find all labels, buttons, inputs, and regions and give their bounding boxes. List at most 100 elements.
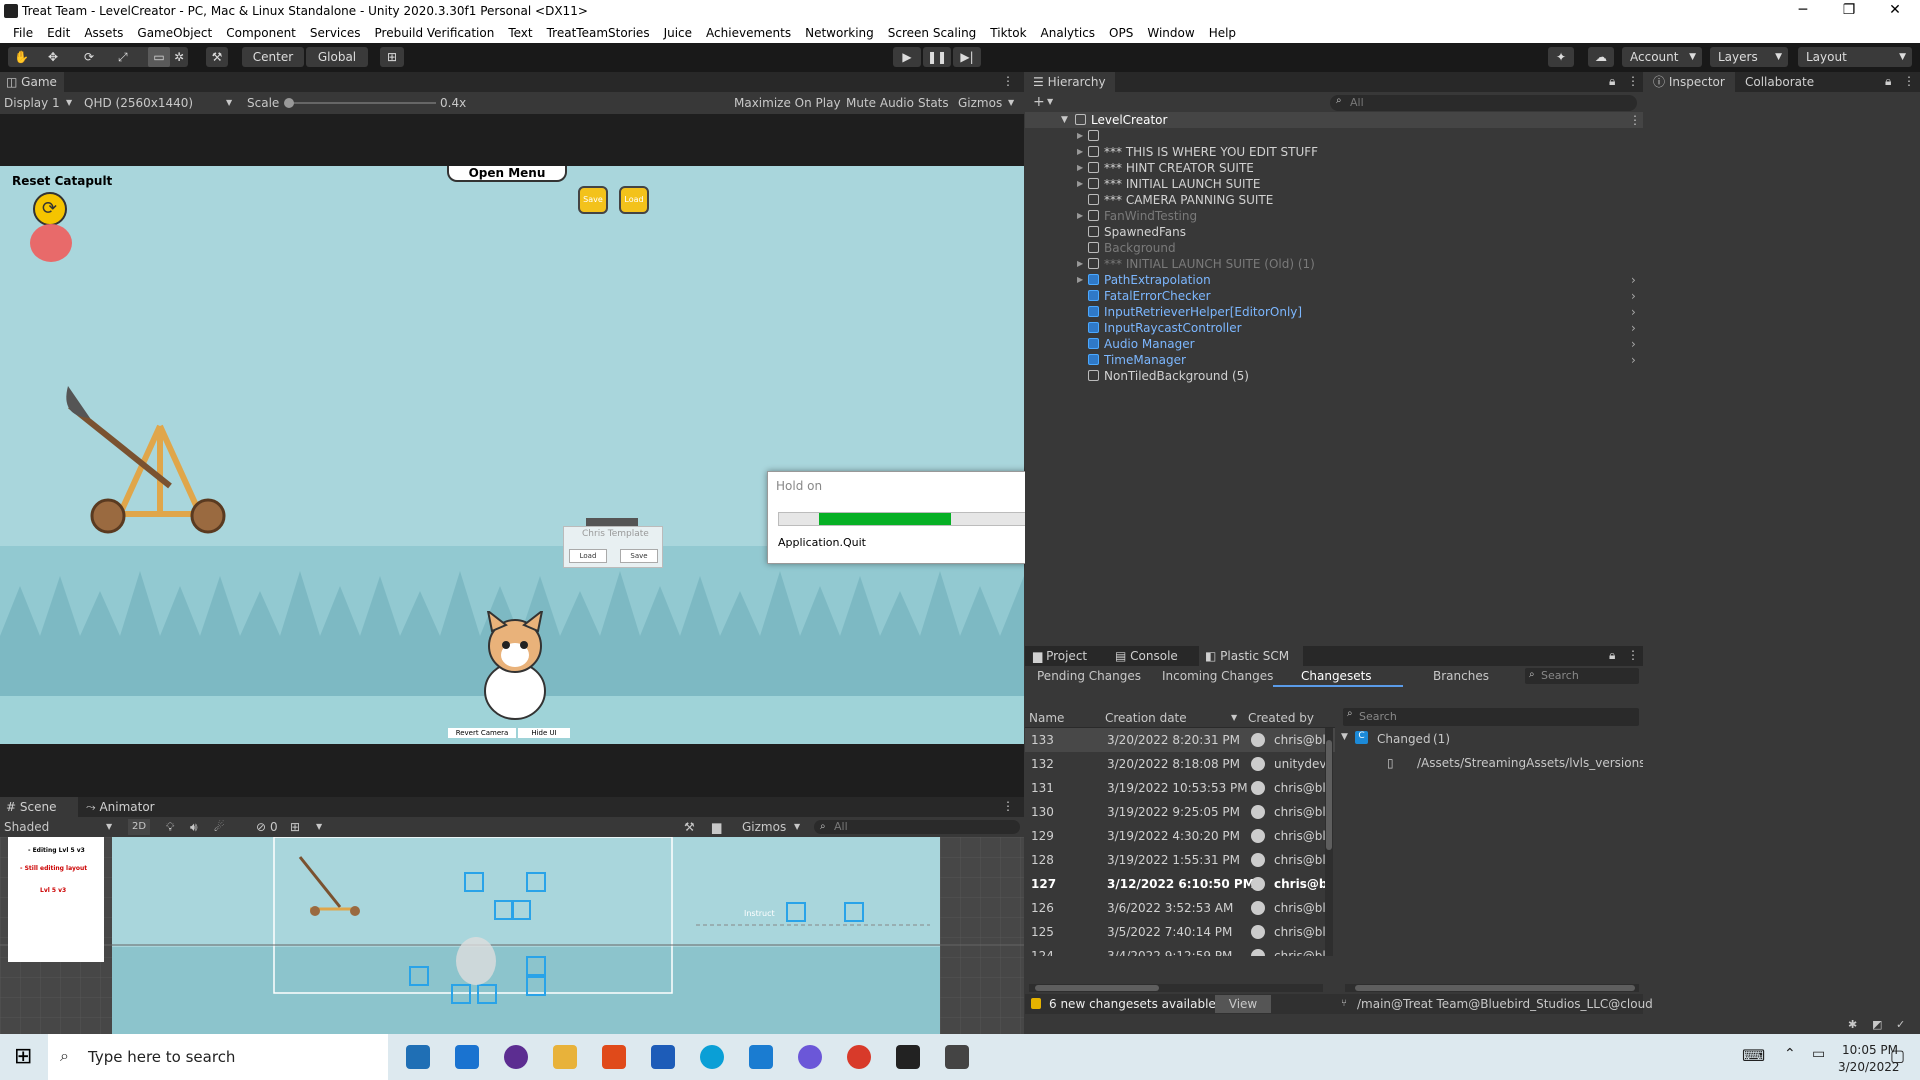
save-button[interactable]: Save bbox=[578, 186, 608, 214]
pivot-toggle[interactable]: Center bbox=[242, 47, 304, 67]
tab-collaborate[interactable]: Collaborate bbox=[1745, 75, 1814, 89]
hierarchy-item[interactable]: FatalErrorChecker › bbox=[1025, 288, 1643, 304]
hand-tool-icon[interactable]: ✋ bbox=[14, 47, 29, 67]
expand-arrow-icon[interactable]: ▶ bbox=[1077, 208, 1083, 224]
changeset-row[interactable]: 127 3/12/2022 6:10:50 PM chris@bl bbox=[1025, 872, 1335, 896]
chevron-right-icon[interactable]: › bbox=[1631, 272, 1636, 288]
hierarchy-item[interactable]: ▶ *** INITIAL LAUNCH SUITE (Old) (1) bbox=[1025, 256, 1643, 272]
hierarchy-item[interactable]: Audio Manager › bbox=[1025, 336, 1643, 352]
menu-juice[interactable]: Juice bbox=[657, 26, 699, 40]
changed-file[interactable]: ▯ /Assets/StreamingAssets/lvls_versions/… bbox=[1339, 756, 1643, 774]
panel-menu-icon[interactable]: ⋮ bbox=[1903, 74, 1915, 88]
expand-arrow-icon[interactable]: ▼ bbox=[1061, 112, 1068, 128]
move-tool-icon[interactable]: ✥ bbox=[48, 47, 58, 67]
menu-window[interactable]: Window bbox=[1140, 26, 1201, 40]
hierarchy-item[interactable]: ▶ *** HINT CREATOR SUITE bbox=[1025, 160, 1643, 176]
scm-search[interactable]: ⌕ Search bbox=[1525, 668, 1639, 684]
chevron-right-icon[interactable]: › bbox=[1631, 336, 1636, 352]
subtab-changesets[interactable]: Changesets bbox=[1301, 666, 1372, 686]
layout-dropdown[interactable]: Layout ▼ bbox=[1798, 47, 1912, 67]
resolution-dropdown[interactable]: QHD (2560x1440) bbox=[84, 92, 193, 114]
changeset-row[interactable]: 125 3/5/2022 7:40:14 PM chris@bl bbox=[1025, 920, 1335, 944]
display-dropdown[interactable]: Display 1 bbox=[4, 92, 60, 114]
grid-snap-icon[interactable]: ⊞ bbox=[380, 47, 404, 67]
expand-arrow-icon[interactable]: ▶ bbox=[1077, 128, 1083, 144]
unity-hub-icon[interactable] bbox=[945, 1045, 969, 1069]
menu-file[interactable]: File bbox=[6, 26, 40, 40]
record-app-icon[interactable] bbox=[847, 1045, 871, 1069]
2d-toggle[interactable]: 2D bbox=[128, 819, 151, 835]
expand-arrow-icon[interactable]: ▶ bbox=[1077, 272, 1083, 288]
changeset-row[interactable]: 129 3/19/2022 4:30:20 PM chris@bl bbox=[1025, 824, 1335, 848]
rect-tool-icon[interactable]: ▭ bbox=[148, 47, 170, 67]
menu-treatteamstories[interactable]: TreatTeamStories bbox=[540, 26, 657, 40]
menu-help[interactable]: Help bbox=[1202, 26, 1243, 40]
expand-arrow-icon[interactable]: ▶ bbox=[1077, 144, 1083, 160]
tab-hierarchy[interactable]: ☰ Hierarchy bbox=[1025, 72, 1115, 92]
hierarchy-item[interactable]: *** CAMERA PANNING SUITE bbox=[1025, 192, 1643, 208]
keyboard-icon[interactable]: ⌨ bbox=[1742, 1046, 1765, 1065]
menu-gameobject[interactable]: GameObject bbox=[130, 26, 219, 40]
rotate-tool-icon[interactable]: ⟳ bbox=[84, 47, 94, 67]
camera-icon[interactable]: ▆ bbox=[712, 817, 721, 837]
pause-button[interactable]: ❚❚ bbox=[923, 47, 951, 67]
mail-icon[interactable] bbox=[455, 1045, 479, 1069]
shading-dropdown[interactable]: Shaded bbox=[4, 817, 49, 837]
load-button[interactable]: Load bbox=[619, 186, 649, 214]
store-icon[interactable] bbox=[406, 1045, 430, 1069]
file-explorer-icon[interactable] bbox=[553, 1045, 577, 1069]
template-load-button[interactable]: Load bbox=[569, 549, 607, 563]
expand-arrow-icon[interactable]: ▶ bbox=[1077, 160, 1083, 176]
changed-group[interactable]: ▼ C Changed (1) bbox=[1339, 731, 1643, 750]
detail-search[interactable]: ⌕ Search bbox=[1343, 708, 1639, 726]
hierarchy-item[interactable]: ▶ *** INITIAL LAUNCH SUITE bbox=[1025, 176, 1643, 192]
chevron-up-icon[interactable]: ⌃ bbox=[1784, 1046, 1796, 1062]
mute-audio-toggle[interactable]: Mute Audio bbox=[846, 92, 914, 114]
menu-analytics[interactable]: Analytics bbox=[1034, 26, 1103, 40]
subtab-pending-changes[interactable]: Pending Changes bbox=[1037, 666, 1141, 686]
changeset-row[interactable]: 133 3/20/2022 8:20:31 PM chris@bl bbox=[1025, 728, 1335, 752]
changeset-row[interactable]: 126 3/6/2022 3:52:53 AM chris@bl bbox=[1025, 896, 1335, 920]
scene-gizmos-toggle[interactable]: Gizmos bbox=[742, 817, 786, 837]
close-button[interactable]: ✕ bbox=[1872, 0, 1918, 22]
hierarchy-item[interactable]: InputRaycastController › bbox=[1025, 320, 1643, 336]
edge-icon[interactable] bbox=[700, 1045, 724, 1069]
expand-arrow-icon[interactable]: ▶ bbox=[1077, 176, 1083, 192]
add-icon[interactable]: + bbox=[1033, 94, 1045, 110]
scrollbar-thumb[interactable] bbox=[1326, 740, 1332, 850]
stats-toggle[interactable]: Stats bbox=[918, 92, 949, 114]
transform-tool-icon[interactable]: ⚒ bbox=[206, 47, 228, 67]
tools-icon[interactable]: ⚒ bbox=[684, 817, 695, 837]
network-icon[interactable]: ▭ bbox=[1812, 1046, 1825, 1062]
vscode-icon[interactable] bbox=[749, 1045, 773, 1069]
changeset-row[interactable]: 131 3/19/2022 10:53:53 PM chris@bl bbox=[1025, 776, 1335, 800]
word-icon[interactable] bbox=[651, 1045, 675, 1069]
hidden-objects-icon[interactable]: ⊘ bbox=[256, 817, 266, 837]
hierarchy-item[interactable]: SpawnedFans bbox=[1025, 224, 1643, 240]
menu-screen-scaling[interactable]: Screen Scaling bbox=[881, 26, 984, 40]
game-canvas[interactable]: Reset Catapult ⟳ Open Menu Save Load Chr… bbox=[0, 166, 1024, 744]
gizmos-toggle[interactable]: Gizmos bbox=[958, 92, 1002, 114]
changeset-row[interactable]: 130 3/19/2022 9:25:05 PM chris@bl bbox=[1025, 800, 1335, 824]
detail-hscrollbar[interactable] bbox=[1345, 984, 1639, 992]
collab-icon[interactable]: ✦ bbox=[1548, 47, 1574, 67]
scene-canvas[interactable]: Instruct - Editing Lvl 5 v3 - Still edit… bbox=[0, 837, 1024, 1034]
hierarchy-item[interactable]: Background bbox=[1025, 240, 1643, 256]
changeset-row[interactable]: 128 3/19/2022 1:55:31 PM chris@bl bbox=[1025, 848, 1335, 872]
chevron-down-icon[interactable]: ▼ bbox=[1047, 97, 1053, 106]
custom-tool-icon[interactable]: ✲ bbox=[174, 47, 184, 67]
lock-icon[interactable]: 🔒︎ bbox=[1885, 74, 1891, 89]
changeset-scrollbar[interactable] bbox=[1325, 728, 1333, 956]
scene-search[interactable]: ⌕ All bbox=[814, 820, 1020, 834]
expand-arrow-icon[interactable]: ▼ bbox=[1341, 732, 1348, 742]
view-button[interactable]: View bbox=[1215, 995, 1271, 1013]
col-creation-date[interactable]: Creation date bbox=[1105, 708, 1187, 728]
menu-assets[interactable]: Assets bbox=[77, 26, 130, 40]
grid-toggle-icon[interactable]: ⊞ bbox=[290, 817, 300, 837]
changeset-row[interactable]: 132 3/20/2022 8:18:08 PM unitydev bbox=[1025, 752, 1335, 776]
revert-camera-button[interactable]: Revert Camera bbox=[448, 728, 516, 738]
open-menu-button[interactable]: Open Menu bbox=[447, 166, 567, 182]
lock-icon[interactable]: 🔒︎ bbox=[1609, 74, 1615, 89]
tab-scene[interactable]: # Scene bbox=[0, 797, 78, 817]
minimize-button[interactable]: ─ bbox=[1780, 0, 1826, 22]
